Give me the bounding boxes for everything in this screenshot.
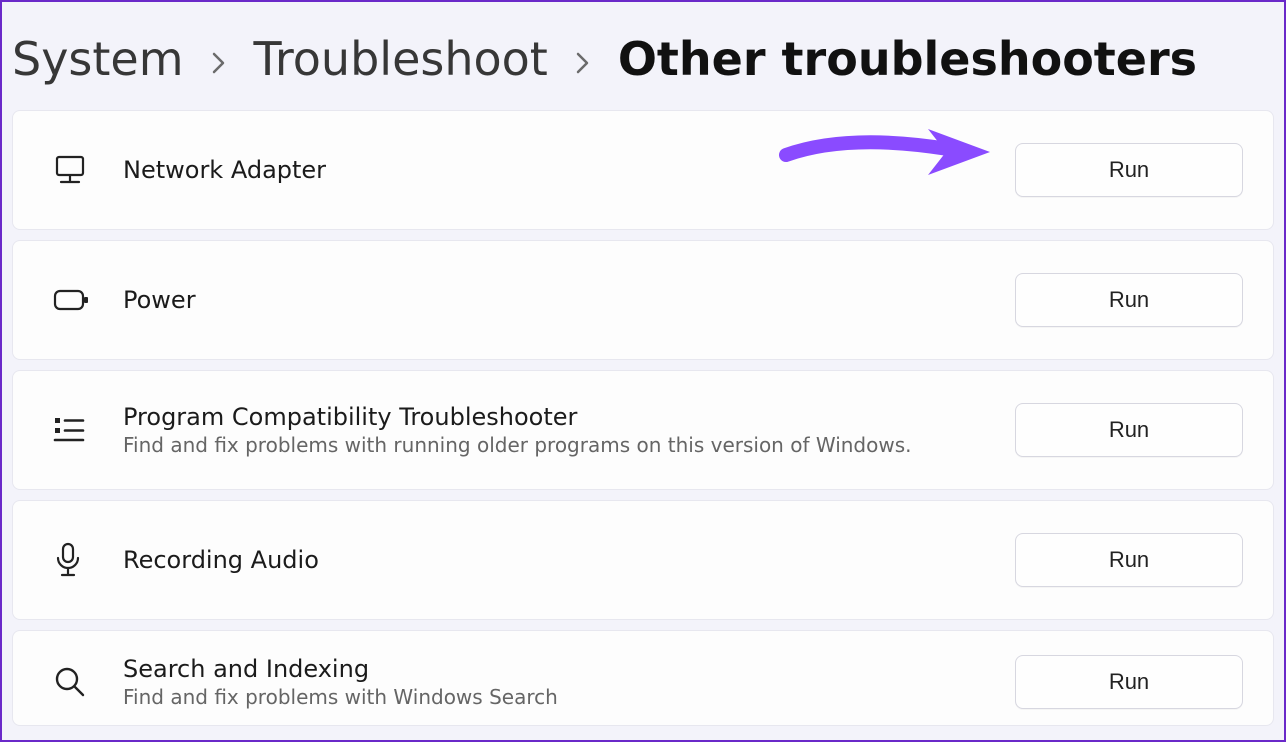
run-button-program-compatibility[interactable]: Run: [1015, 403, 1243, 457]
run-button-recording-audio[interactable]: Run: [1015, 533, 1243, 587]
network-adapter-icon: [53, 153, 123, 187]
battery-icon: [53, 287, 123, 313]
troubleshooter-program-compatibility: Program Compatibility Troubleshooter Fin…: [12, 370, 1274, 490]
microphone-icon: [53, 542, 123, 578]
troubleshooter-title: Program Compatibility Troubleshooter: [123, 403, 1015, 431]
run-button-power[interactable]: Run: [1015, 273, 1243, 327]
troubleshooter-title: Network Adapter: [123, 156, 1015, 184]
breadcrumb-troubleshoot[interactable]: Troubleshoot: [254, 32, 548, 86]
breadcrumb-current: Other troubleshooters: [618, 32, 1197, 86]
troubleshooter-search-indexing: Search and Indexing Find and fix problem…: [12, 630, 1274, 726]
run-button-search-indexing[interactable]: Run: [1015, 655, 1243, 709]
troubleshooter-network-adapter: Network Adapter Run: [12, 110, 1274, 230]
troubleshooter-power: Power Run: [12, 240, 1274, 360]
troubleshooter-desc: Find and fix problems with Windows Searc…: [123, 685, 1015, 709]
troubleshooter-desc: Find and fix problems with running older…: [123, 433, 1015, 457]
list-icon: [53, 415, 123, 445]
troubleshooter-title: Search and Indexing: [123, 655, 1015, 683]
troubleshooter-title: Recording Audio: [123, 546, 1015, 574]
chevron-right-icon: [212, 52, 226, 74]
run-button-network-adapter[interactable]: Run: [1015, 143, 1243, 197]
breadcrumb: System Troubleshoot Other troubleshooter…: [2, 2, 1284, 110]
search-icon: [53, 665, 123, 699]
breadcrumb-system[interactable]: System: [12, 32, 184, 86]
chevron-right-icon: [576, 52, 590, 74]
troubleshooter-title: Power: [123, 286, 1015, 314]
troubleshooter-recording-audio: Recording Audio Run: [12, 500, 1274, 620]
troubleshooter-list: Network Adapter Run Power Run: [2, 110, 1284, 726]
